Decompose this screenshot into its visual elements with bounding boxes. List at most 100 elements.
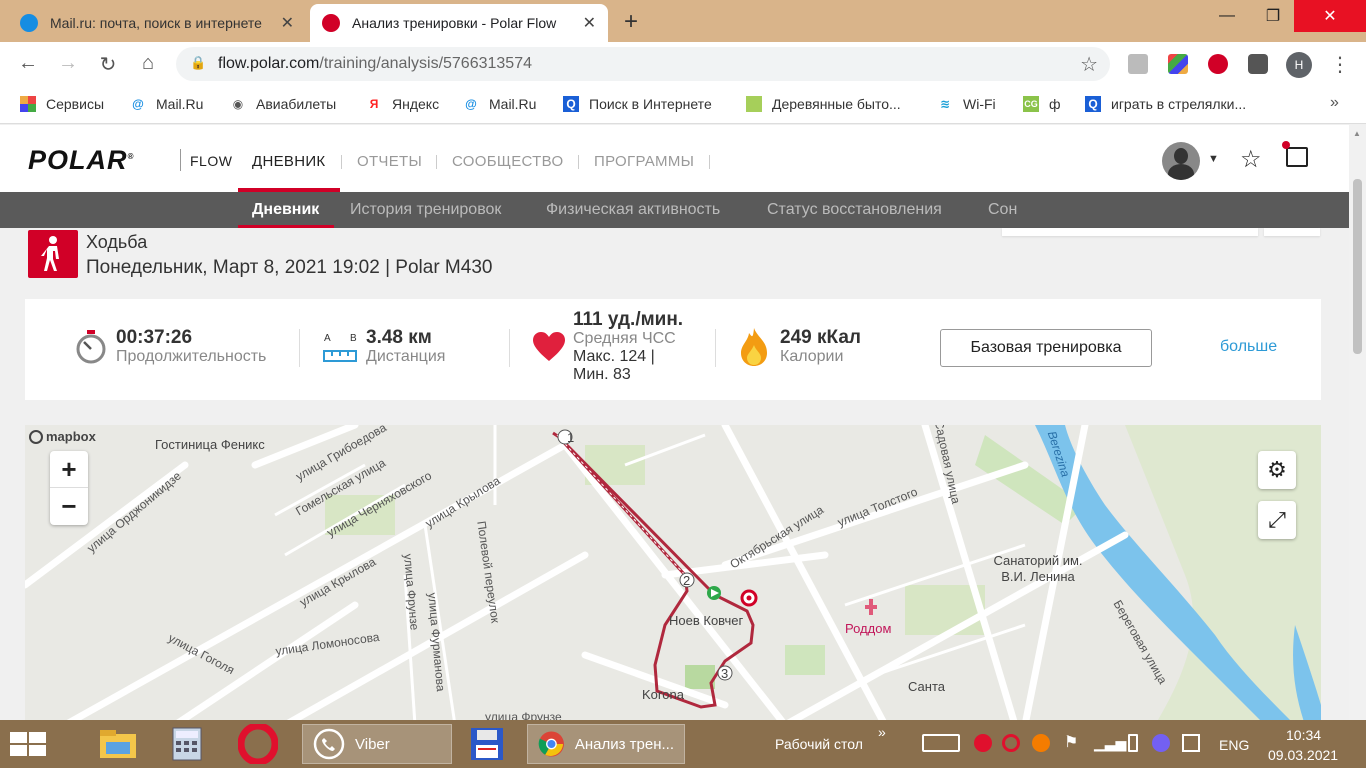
- profile-avatar[interactable]: H: [1286, 52, 1312, 78]
- subnav-activity[interactable]: Физическая активность: [546, 201, 720, 219]
- display-icon[interactable]: [1182, 734, 1200, 752]
- clock-time[interactable]: 10:34: [1286, 727, 1321, 743]
- desktop-toolbar-label[interactable]: Рабочий стол: [775, 736, 863, 752]
- globe-icon: ◉: [232, 97, 244, 111]
- home-icon[interactable]: ⌂: [136, 52, 160, 75]
- viber-tray-icon[interactable]: [1152, 734, 1170, 752]
- flag-icon[interactable]: ⚑: [1064, 734, 1082, 752]
- clock-date[interactable]: 09.03.2021: [1268, 747, 1338, 763]
- opera-tray-icon[interactable]: [974, 734, 992, 752]
- chrome-icon: [538, 731, 564, 757]
- nav-programs[interactable]: ПРОГРАММЫ: [594, 153, 694, 170]
- bookmark-yandex[interactable]: Я Яндекс: [366, 96, 439, 112]
- page-scrollbar[interactable]: ▲: [1349, 125, 1366, 720]
- signal-icon[interactable]: ▁▃▅: [1094, 734, 1126, 752]
- flow-label: FLOW: [190, 153, 233, 169]
- subnav-sleep[interactable]: Сон: [988, 201, 1017, 219]
- forward-icon[interactable]: →: [56, 52, 80, 75]
- nav-reports[interactable]: ОТЧЕТЫ: [357, 153, 422, 170]
- avast-tray-icon[interactable]: [1032, 734, 1050, 752]
- minimize-icon[interactable]: —: [1204, 0, 1250, 32]
- nav-diary[interactable]: ДНЕВНИК: [252, 153, 325, 170]
- polar-logo[interactable]: POLAR®: [28, 145, 134, 176]
- bookmark-services[interactable]: Сервисы: [20, 96, 104, 112]
- search-icon: Q: [563, 96, 579, 112]
- taskbar-explorer[interactable]: [98, 724, 138, 764]
- bookmark-mailru-2[interactable]: @ Mail.Ru: [463, 96, 536, 112]
- opera-gx-tray-icon[interactable]: [1002, 734, 1020, 752]
- new-tab-icon[interactable]: +: [624, 8, 638, 36]
- subnav-active-indicator: [238, 225, 334, 228]
- route-map[interactable]: 1 2 3 Гостиница Феникс улица Грибоедова …: [25, 425, 1321, 720]
- taskbar-viber[interactable]: Viber: [302, 724, 452, 764]
- map-label: Ноев Ковчег: [669, 613, 744, 628]
- map-label: Санаторий им. В.И. Ленина: [993, 553, 1083, 584]
- metric-divider: [299, 329, 300, 367]
- mailru-icon: @: [132, 97, 144, 111]
- bookmark-wifi[interactable]: ≋ Wi-Fi: [937, 96, 996, 112]
- mapbox-logo[interactable]: mapbox: [29, 429, 96, 444]
- maximize-icon[interactable]: ❐: [1250, 0, 1296, 32]
- language-indicator[interactable]: ENG: [1219, 737, 1249, 753]
- fullscreen-icon[interactable]: ⤢: [1258, 501, 1296, 539]
- extensions-puzzle-icon[interactable]: [1248, 54, 1268, 74]
- extension-grid-icon[interactable]: [1168, 54, 1188, 74]
- map-settings-gear-icon[interactable]: ⚙: [1258, 451, 1296, 489]
- partial-card: [1002, 228, 1258, 236]
- subnav-recovery[interactable]: Статус восстановления: [767, 201, 942, 219]
- scroll-up-icon[interactable]: ▲: [1353, 129, 1361, 138]
- bookmark-games[interactable]: Qиграть в стрелялки...: [1085, 96, 1246, 112]
- scrollbar-thumb[interactable]: [1353, 179, 1362, 354]
- taskbar-opera[interactable]: [238, 724, 278, 764]
- distance-value: 3.48 км: [366, 327, 432, 348]
- mapbox-icon: [29, 429, 43, 444]
- wifi-icon: ≋: [939, 97, 951, 111]
- user-avatar[interactable]: [1162, 142, 1200, 180]
- lock-icon: 🔒: [190, 55, 207, 70]
- bookmark-f[interactable]: CG ф: [1023, 96, 1061, 112]
- toolbar-chevron-icon[interactable]: »: [878, 724, 886, 740]
- bookmark-search[interactable]: Q Поиск в Интернете: [563, 96, 712, 112]
- address-bar[interactable]: 🔒 flow.polar.com/training/analysis/57663…: [176, 47, 1110, 81]
- bookmark-wood[interactable]: Деревянные быто...: [746, 96, 901, 112]
- extension-opera-icon[interactable]: [1208, 54, 1228, 74]
- close-icon[interactable]: ✕: [583, 13, 596, 33]
- training-benefit-button[interactable]: Базовая тренировка: [940, 329, 1152, 367]
- nav-community[interactable]: СООБЩЕСТВО: [452, 153, 563, 170]
- url-text: flow.polar.com/training/analysis/5766313…: [218, 55, 532, 72]
- favorites-star-icon[interactable]: ☆: [1240, 145, 1262, 174]
- polar-favicon-icon: [322, 14, 340, 32]
- subnav-training-history[interactable]: История тренировок: [350, 201, 501, 219]
- taskbar-calculator[interactable]: [172, 724, 202, 764]
- bookmarks-more-icon[interactable]: »: [1330, 94, 1339, 112]
- subnav-diary[interactable]: Дневник: [252, 201, 319, 219]
- tab-mailru[interactable]: Mail.ru: почта, поиск в интернете ✕: [8, 4, 306, 42]
- metric-divider: [715, 329, 716, 367]
- more-link[interactable]: больше: [1220, 338, 1277, 356]
- bookmark-star-icon[interactable]: ☆: [1080, 52, 1098, 77]
- map-canvas: [25, 425, 1321, 720]
- tab-polar-flow[interactable]: Анализ тренировки - Polar Flow ✕: [310, 4, 608, 42]
- windows-start-icon[interactable]: [10, 732, 46, 756]
- taskbar-chrome[interactable]: Анализ трен...: [527, 724, 685, 764]
- cg-icon: CG: [1023, 96, 1039, 112]
- keyboard-icon[interactable]: [922, 734, 960, 752]
- nav-divider: [709, 155, 710, 169]
- zoom-out-button[interactable]: −: [50, 488, 88, 525]
- menu-kebab-icon[interactable]: ⋮: [1330, 52, 1350, 77]
- duration-value: 00:37:26: [116, 327, 193, 348]
- back-icon[interactable]: ←: [16, 52, 40, 75]
- extension-mail-icon[interactable]: [1128, 54, 1148, 74]
- reload-icon[interactable]: ↻: [96, 52, 120, 77]
- bookmark-mailru[interactable]: @ Mail.Ru: [130, 96, 203, 112]
- taskbar-save[interactable]: [470, 724, 504, 764]
- window-close-icon[interactable]: ✕: [1294, 0, 1366, 32]
- zoom-in-button[interactable]: +: [50, 451, 88, 488]
- bookmark-avia[interactable]: ◉ Авиабилеты: [230, 96, 336, 112]
- battery-icon[interactable]: [1128, 734, 1138, 752]
- stopwatch-icon: [76, 330, 106, 364]
- messages-icon[interactable]: [1282, 141, 1308, 167]
- sport-title: Ходьба: [86, 232, 148, 252]
- close-icon[interactable]: ✕: [281, 13, 294, 33]
- chevron-down-icon[interactable]: ▼: [1208, 153, 1219, 165]
